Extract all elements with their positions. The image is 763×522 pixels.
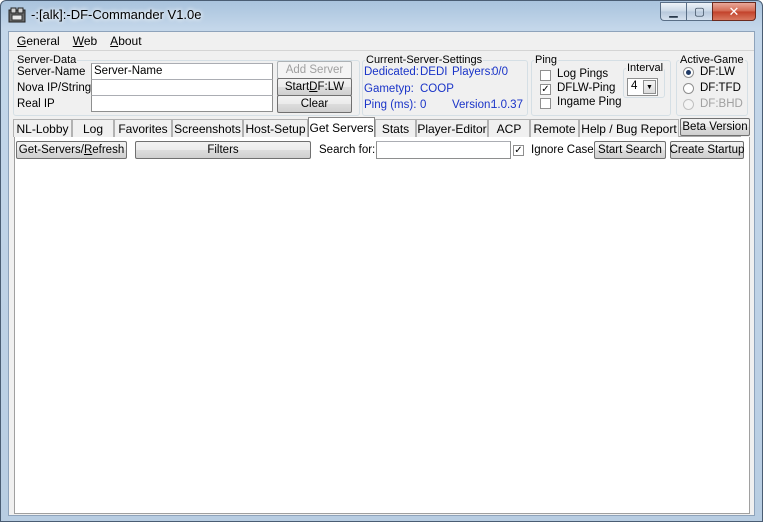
ingame-ping-label: Ingame Ping [557,96,622,108]
start-search-button[interactable]: Start Search [594,141,666,159]
server-name-label: Server-Name [17,66,86,78]
server-data-legend: Server-Data [17,54,77,66]
version-value: 1.0.37 [491,99,523,111]
tab-remote[interactable]: Remote [530,119,579,137]
gametype-value: COOP [420,83,454,95]
clear-button[interactable]: Clear [277,95,352,113]
ignore-case-checkbox[interactable]: ✓ [513,145,524,156]
active-game-legend: Active-Game [680,54,744,66]
tab-stats[interactable]: Stats [375,119,416,137]
tab-player-editor[interactable]: Player-Editor [416,119,488,137]
server-list-area[interactable] [14,137,750,514]
radio-dfbhd[interactable] [683,99,694,110]
ping-legend: Ping [535,54,558,66]
close-button[interactable]: ✕ [712,2,756,21]
current-server-legend: Current-Server-Settings [366,54,483,66]
app-window: -:[alk]:-DF-Commander V1.0e ▁ ▢ ✕ Genera… [0,0,763,522]
chevron-down-icon[interactable]: ▼ [643,80,656,94]
tab-get-servers[interactable]: Get Servers [308,117,375,137]
beta-version-button[interactable]: Beta Version [680,118,750,136]
create-startup-button[interactable]: Create Startup [670,141,744,159]
server-name-input[interactable]: Server-Name [91,63,273,80]
menu-web[interactable]: Web [68,34,102,48]
dflw-ping-checkbox[interactable]: ✓ [540,84,551,95]
add-server-button[interactable]: Add Server [277,61,352,79]
ignore-case-label: Ignore Case [531,144,594,156]
filters-button[interactable]: Filters [135,141,311,159]
log-pings-label: Log Pings [557,68,609,80]
tab-nl-lobby[interactable]: NL-Lobby [13,119,72,137]
ping-ms-label: Ping (ms): [364,99,417,111]
nova-ip-input[interactable] [91,79,273,96]
tab-log[interactable]: Log [72,119,114,137]
nova-ip-label: Nova IP/String [17,82,92,94]
radio-dftfd-label: DF:TFD [700,82,741,94]
title-bar[interactable]: -:[alk]:-DF-Commander V1.0e ▁ ▢ ✕ [1,1,762,31]
client-area: General Web About Server-Data Server-Nam… [8,31,755,516]
real-ip-label: Real IP [17,98,55,110]
search-label: Search for: [319,144,376,156]
ping-ms-value: 0 [420,99,427,111]
tab-favorites[interactable]: Favorites [114,119,172,137]
window-title: -:[alk]:-DF-Commander V1.0e [31,7,202,22]
tab-acp[interactable]: ACP [488,119,530,137]
start-dflw-button[interactable]: Start D F:LW [277,78,352,96]
search-input[interactable] [376,141,511,159]
dedicated-value: DEDI [420,66,448,78]
players-label: Players: [452,66,494,78]
minimize-button[interactable]: ▁ [660,2,686,21]
minimize-icon: ▁ [669,6,678,18]
radio-dfbhd-label: DF:BHD [700,98,743,110]
tab-screenshots[interactable]: Screenshots [172,119,243,137]
tab-help-bug-report[interactable]: Help / Bug Report [579,119,679,137]
check-icon: ✓ [514,145,523,156]
radio-dflw-label: DF:LW [700,66,735,78]
maximize-icon: ▢ [694,6,705,18]
interval-select[interactable]: 4 ▼ [627,78,658,96]
tab-host-setup[interactable]: Host-Setup [243,119,308,137]
menu-general[interactable]: General [12,34,65,48]
refresh-servers-button[interactable]: Get-Servers/Refresh [16,141,127,159]
players-value: 0/0 [492,66,508,78]
radio-dftfd[interactable] [683,83,694,94]
menu-bar: General Web About [9,32,754,51]
menu-about[interactable]: About [105,34,146,48]
interval-legend: Interval [627,62,664,74]
gametype-label: Gametyp: [364,83,414,95]
maximize-button[interactable]: ▢ [686,2,712,21]
interval-value: 4 [631,80,638,92]
app-icon[interactable] [8,7,26,24]
ingame-ping-checkbox[interactable] [540,98,551,109]
dflw-ping-label: DFLW-Ping [557,82,616,94]
dedicated-label: Dedicated: [364,66,419,78]
check-icon: ✓ [541,84,550,95]
radio-dflw[interactable] [683,67,694,78]
version-label: Version: [452,99,494,111]
log-pings-checkbox[interactable] [540,70,551,81]
real-ip-input[interactable] [91,95,273,112]
close-icon: ✕ [728,3,740,19]
